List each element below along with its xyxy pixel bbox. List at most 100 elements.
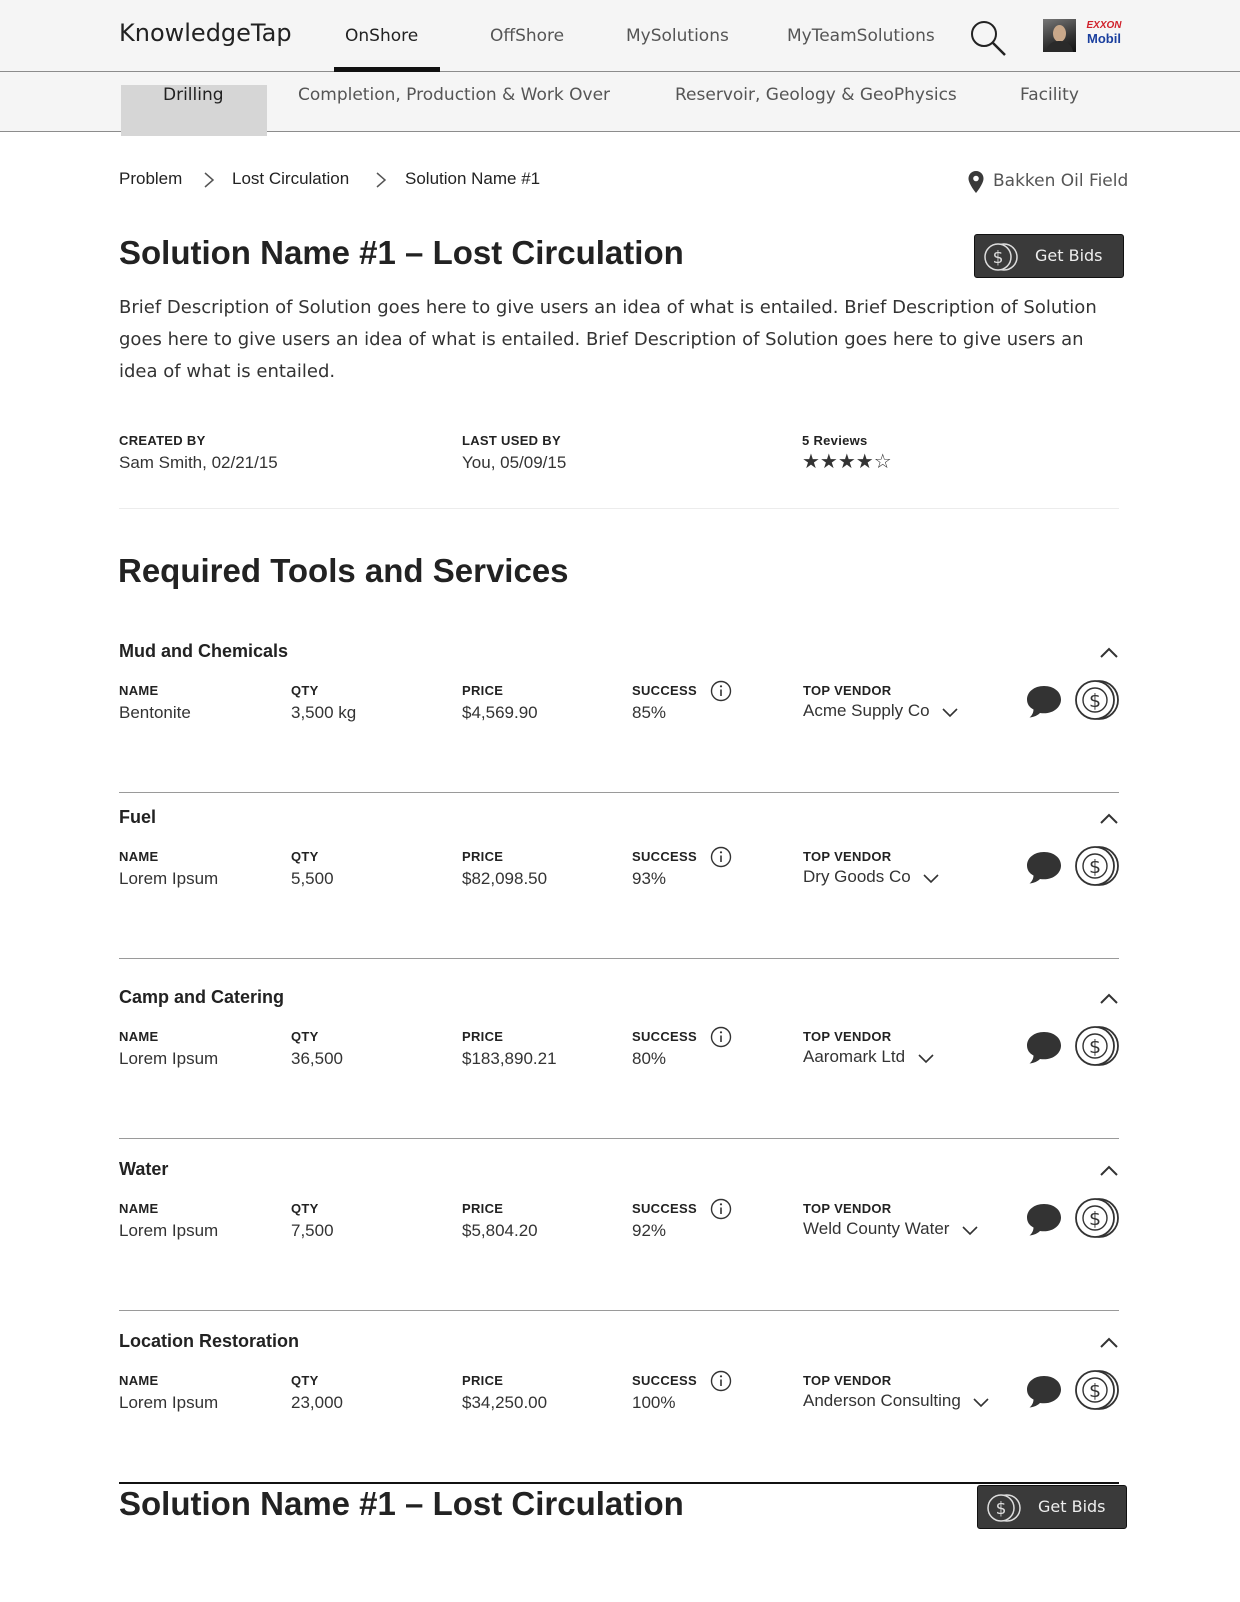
info-icon[interactable] bbox=[710, 1198, 732, 1220]
section-divider bbox=[119, 508, 1119, 509]
dollar-coin-icon[interactable]: $ bbox=[1074, 1196, 1120, 1240]
vendor-label: TOP VENDOR bbox=[803, 1029, 892, 1044]
chat-bubble-icon[interactable] bbox=[1024, 681, 1064, 721]
svg-text:$: $ bbox=[1089, 856, 1101, 878]
breadcrumb-lost-circulation[interactable]: Lost Circulation bbox=[232, 169, 349, 189]
chat-bubble-icon[interactable] bbox=[1024, 1371, 1064, 1411]
top-bar: KnowledgeTap OnShore OffShore MySolution… bbox=[0, 0, 1240, 76]
info-icon[interactable] bbox=[710, 846, 732, 868]
tool-success: 93% bbox=[632, 869, 667, 888]
last-used-value: You, 05/09/15 bbox=[462, 453, 567, 472]
vendor-name: Anderson Consulting bbox=[803, 1391, 961, 1410]
brand-logo[interactable]: KnowledgeTap bbox=[119, 19, 292, 47]
info-icon[interactable] bbox=[710, 1026, 732, 1048]
tool-name: Lorem Ipsum bbox=[119, 1049, 219, 1068]
svg-text:$: $ bbox=[996, 1499, 1007, 1519]
reviews-count[interactable]: 5 Reviews bbox=[802, 433, 868, 448]
qty-label: QTY bbox=[291, 1373, 319, 1388]
chevron-up-icon[interactable] bbox=[1097, 1159, 1121, 1183]
vendor-name: Acme Supply Co bbox=[803, 701, 930, 720]
tool-success: 92% bbox=[632, 1221, 667, 1240]
breadcrumb-current: Solution Name #1 bbox=[405, 169, 541, 188]
success-label: SUCCESS bbox=[632, 1201, 697, 1216]
location-selector[interactable]: Bakken Oil Field bbox=[967, 169, 1128, 195]
price-label: PRICE bbox=[462, 1029, 504, 1044]
star-rating[interactable]: ★★★★☆ bbox=[802, 449, 892, 473]
tool-group-mud-and-chemicals: Mud and Chemicals NAME Bentonite QTY 3,5… bbox=[119, 641, 1119, 811]
nav-myteamsolutions[interactable]: MyTeamSolutions bbox=[787, 26, 935, 46]
last-used-label: LAST USED BY bbox=[462, 433, 561, 448]
info-icon[interactable] bbox=[710, 680, 732, 702]
dollar-coin-icon[interactable]: $ bbox=[1074, 678, 1120, 722]
vendor-name: Aaromark Ltd bbox=[803, 1047, 906, 1066]
success-label: SUCCESS bbox=[632, 1029, 697, 1044]
subnav-completion[interactable]: Completion, Production & Work Over bbox=[298, 85, 610, 105]
success-label: SUCCESS bbox=[632, 683, 697, 698]
avatar-face bbox=[1053, 25, 1066, 42]
nav-offshore[interactable]: OffShore bbox=[490, 26, 564, 46]
avatar-shoulders bbox=[1046, 41, 1073, 52]
user-avatar[interactable] bbox=[1043, 19, 1076, 52]
tool-qty: 36,500 bbox=[291, 1049, 343, 1068]
tool-price: $5,804.20 bbox=[462, 1221, 538, 1240]
subnav-reservoir[interactable]: Reservoir, Geology & GeoPhysics bbox=[675, 85, 957, 105]
tool-qty: 7,500 bbox=[291, 1221, 334, 1240]
vendor-label: TOP VENDOR bbox=[803, 1201, 892, 1216]
qty-label: QTY bbox=[291, 683, 319, 698]
row-divider bbox=[119, 1482, 1119, 1484]
dollar-coin-icon[interactable]: $ bbox=[1074, 1024, 1120, 1068]
vendor-dropdown[interactable]: Acme Supply Co bbox=[803, 701, 960, 725]
created-by-label: CREATED BY bbox=[119, 433, 206, 448]
breadcrumb-problem[interactable]: Problem bbox=[119, 169, 182, 189]
vendor-dropdown[interactable]: Weld County Water bbox=[803, 1219, 980, 1243]
subnav-facility[interactable]: Facility bbox=[1020, 85, 1079, 105]
success-label: SUCCESS bbox=[632, 849, 697, 864]
tool-success: 85% bbox=[632, 703, 667, 722]
name-label: NAME bbox=[119, 683, 159, 698]
chat-bubble-icon[interactable] bbox=[1024, 1027, 1064, 1067]
vendor-name: Dry Goods Co bbox=[803, 867, 911, 886]
chat-bubble-icon[interactable] bbox=[1024, 847, 1064, 887]
chevron-up-icon[interactable] bbox=[1097, 807, 1121, 831]
subnav-drilling[interactable]: Drilling bbox=[163, 85, 224, 105]
tool-name: Bentonite bbox=[119, 703, 191, 722]
dollar-coin-icon: $ bbox=[987, 1494, 1021, 1522]
tool-group-fuel: Fuel NAME Lorem Ipsum QTY 5,500 PRICE $8… bbox=[119, 807, 1119, 977]
dollar-coin-icon[interactable]: $ bbox=[1074, 1368, 1120, 1412]
svg-text:$: $ bbox=[1089, 1208, 1101, 1230]
tool-price: $4,569.90 bbox=[462, 703, 538, 722]
price-label: PRICE bbox=[462, 849, 504, 864]
chevron-down-icon bbox=[917, 1054, 934, 1063]
location-label: Bakken Oil Field bbox=[993, 171, 1129, 191]
dollar-coin-icon[interactable]: $ bbox=[1074, 844, 1120, 888]
vendor-dropdown[interactable]: Aaromark Ltd bbox=[803, 1047, 936, 1071]
tool-name: Lorem Ipsum bbox=[119, 1221, 219, 1240]
nav-onshore[interactable]: OnShore bbox=[345, 26, 418, 46]
chevron-up-icon[interactable] bbox=[1097, 1331, 1121, 1355]
dollar-coin-icon: $ bbox=[984, 243, 1018, 271]
get-bids-button[interactable]: $ Get Bids bbox=[974, 234, 1124, 278]
tool-group-title: Location Restoration bbox=[119, 1331, 300, 1351]
get-bids-label: Get Bids bbox=[1035, 246, 1103, 265]
svg-text:$: $ bbox=[1089, 1380, 1101, 1402]
tool-qty: 5,500 bbox=[291, 869, 334, 888]
vendor-dropdown[interactable]: Dry Goods Co bbox=[803, 867, 941, 891]
svg-text:$: $ bbox=[993, 248, 1004, 268]
chevron-down-icon bbox=[942, 708, 958, 717]
chat-bubble-icon[interactable] bbox=[1024, 1199, 1064, 1239]
chevron-up-icon[interactable] bbox=[1097, 641, 1121, 665]
tool-price: $34,250.00 bbox=[462, 1393, 548, 1412]
nav-mysolutions[interactable]: MySolutions bbox=[626, 26, 729, 46]
tool-qty: 3,500 kg bbox=[291, 703, 357, 722]
chevron-down-icon bbox=[923, 874, 939, 883]
vendor-label: TOP VENDOR bbox=[803, 1373, 892, 1388]
section-title-tools: Required Tools and Services bbox=[118, 552, 569, 589]
chevron-up-icon[interactable] bbox=[1097, 987, 1121, 1011]
name-label: NAME bbox=[119, 1373, 159, 1388]
info-icon[interactable] bbox=[710, 1370, 732, 1392]
vendor-dropdown[interactable]: Anderson Consulting bbox=[803, 1391, 991, 1415]
search-icon[interactable] bbox=[968, 18, 1008, 58]
tool-group-title: Fuel bbox=[119, 807, 157, 827]
get-bids-button-footer[interactable]: $ Get Bids bbox=[977, 1485, 1127, 1529]
chevron-right-icon bbox=[204, 172, 215, 188]
